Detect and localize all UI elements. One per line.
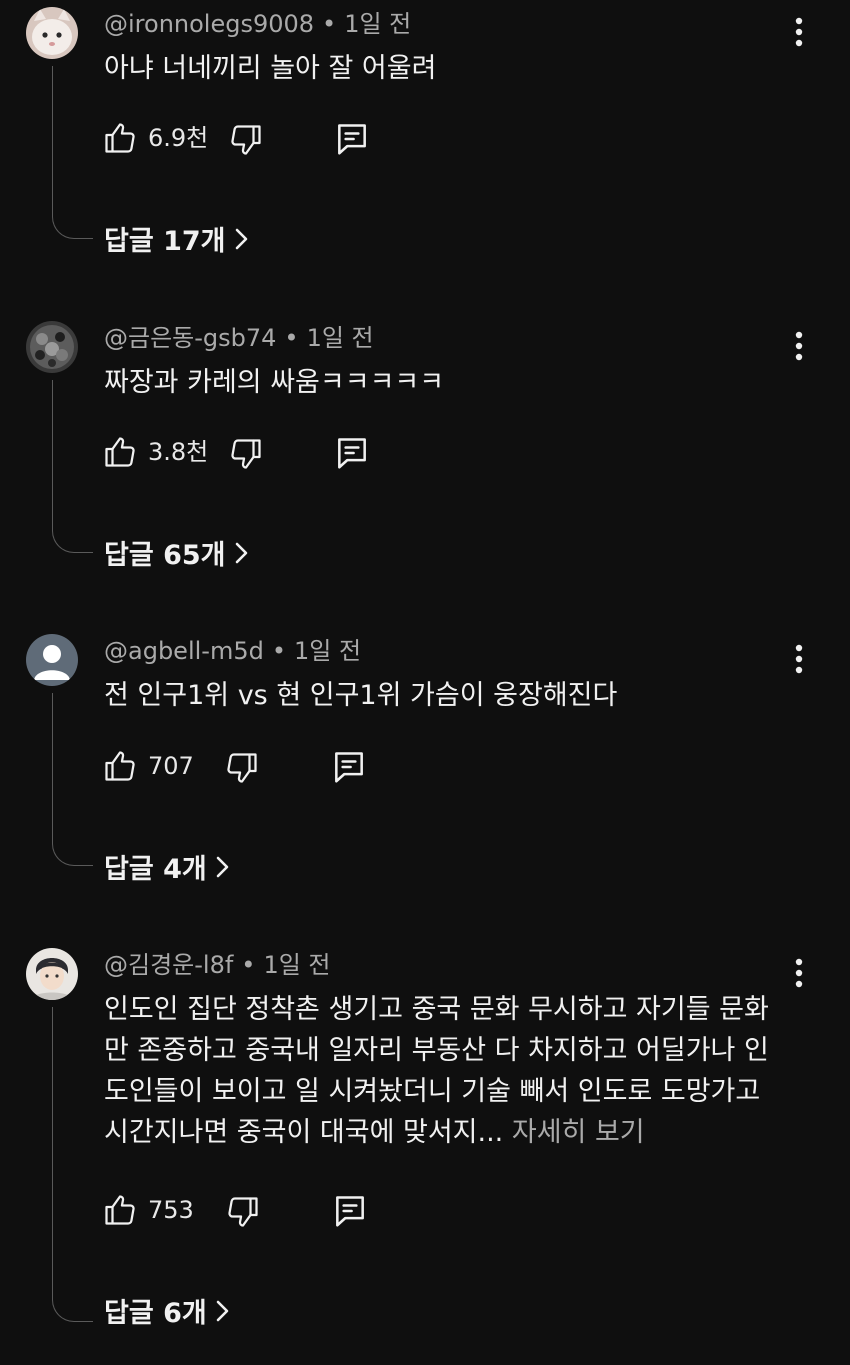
meta-separator: •	[241, 951, 256, 979]
thumbs-down-icon[interactable]	[225, 1194, 261, 1234]
replies-label: 답글 4개	[104, 854, 207, 885]
comment-text: 짜장과 카레의 싸움ㅋㅋㅋㅋㅋ	[104, 367, 445, 398]
comment-age[interactable]: 1일 전	[307, 324, 374, 352]
thumbs-up-icon[interactable]	[102, 1192, 138, 1232]
more-vert-icon[interactable]	[784, 329, 814, 363]
like-count: 753	[148, 1196, 194, 1224]
replies-button[interactable]: 답글 17개	[104, 224, 250, 261]
author-handle[interactable]: @ironnolegs9008	[104, 10, 314, 38]
like-count: 6.9천	[148, 124, 209, 152]
author-handle[interactable]: @금은동-gsb74	[104, 324, 276, 352]
comment-text: 아냐 너네끼리 놀아 잘 어울려	[104, 53, 437, 84]
like-count: 3.8천	[148, 438, 209, 466]
comment-icon[interactable]	[333, 120, 371, 162]
author-handle[interactable]: @agbell-m5d	[104, 637, 264, 665]
comment-body: 인도인 집단 정착촌 생기고 중국 문화 무시하고 자기들 문화만 존중하고 중…	[104, 994, 769, 1148]
more-vert-icon[interactable]	[784, 15, 814, 49]
author-handle[interactable]: @김경운-l8f	[104, 951, 233, 979]
chevron-right-icon	[215, 853, 231, 889]
read-more-link[interactable]: 자세히 보기	[503, 1117, 645, 1148]
comment-meta: @금은동-gsb74 • 1일 전	[104, 322, 374, 354]
comment-age[interactable]: 1일 전	[294, 637, 361, 665]
comment-actions: 753	[0, 1188, 850, 1232]
meta-separator: •	[322, 10, 337, 38]
comment-meta: @ironnolegs9008 • 1일 전	[104, 8, 411, 40]
thumbs-down-icon[interactable]	[228, 436, 264, 476]
thumbs-up-icon[interactable]	[102, 748, 138, 788]
comment-meta: @김경운-l8f • 1일 전	[104, 949, 331, 981]
thumbs-up-icon[interactable]	[102, 434, 138, 474]
comment-icon[interactable]	[333, 434, 371, 476]
comment-age[interactable]: 1일 전	[344, 10, 411, 38]
comment-age[interactable]: 1일 전	[263, 951, 330, 979]
more-vert-icon[interactable]	[784, 642, 814, 676]
comment-meta: @agbell-m5d • 1일 전	[104, 635, 361, 667]
meta-separator: •	[271, 637, 286, 665]
avatar[interactable]	[26, 7, 78, 59]
avatar[interactable]	[26, 321, 78, 373]
replies-button[interactable]: 답글 6개	[104, 1296, 231, 1333]
replies-label: 답글 6개	[104, 1298, 207, 1329]
avatar[interactable]	[26, 948, 78, 1000]
chevron-right-icon	[215, 1297, 231, 1333]
avatar[interactable]	[26, 634, 78, 686]
meta-separator: •	[284, 324, 299, 352]
replies-button[interactable]: 답글 65개	[104, 538, 250, 575]
chevron-right-icon	[234, 225, 250, 261]
replies-button[interactable]: 답글 4개	[104, 852, 231, 889]
replies-label: 답글 17개	[104, 226, 226, 257]
comment-text: 인도인 집단 정착촌 생기고 중국 문화 무시하고 자기들 문화만 존중하고 중…	[104, 989, 784, 1153]
replies-label: 답글 65개	[104, 540, 226, 571]
thread-line	[52, 1007, 93, 1322]
comment-icon[interactable]	[330, 748, 368, 790]
comment-icon[interactable]	[331, 1192, 369, 1234]
chevron-right-icon	[234, 539, 250, 575]
comment-actions: 3.8천	[0, 430, 850, 474]
thumbs-down-icon[interactable]	[224, 750, 260, 790]
comment-actions: 6.9천	[0, 116, 850, 160]
like-count: 707	[148, 752, 194, 780]
thumbs-up-icon[interactable]	[102, 120, 138, 160]
comment-actions: 707	[0, 744, 850, 788]
more-vert-icon[interactable]	[784, 956, 814, 990]
thumbs-down-icon[interactable]	[228, 122, 264, 162]
comment-text: 전 인구1위 vs 현 인구1위 가슴이 웅장해진다	[104, 680, 618, 711]
